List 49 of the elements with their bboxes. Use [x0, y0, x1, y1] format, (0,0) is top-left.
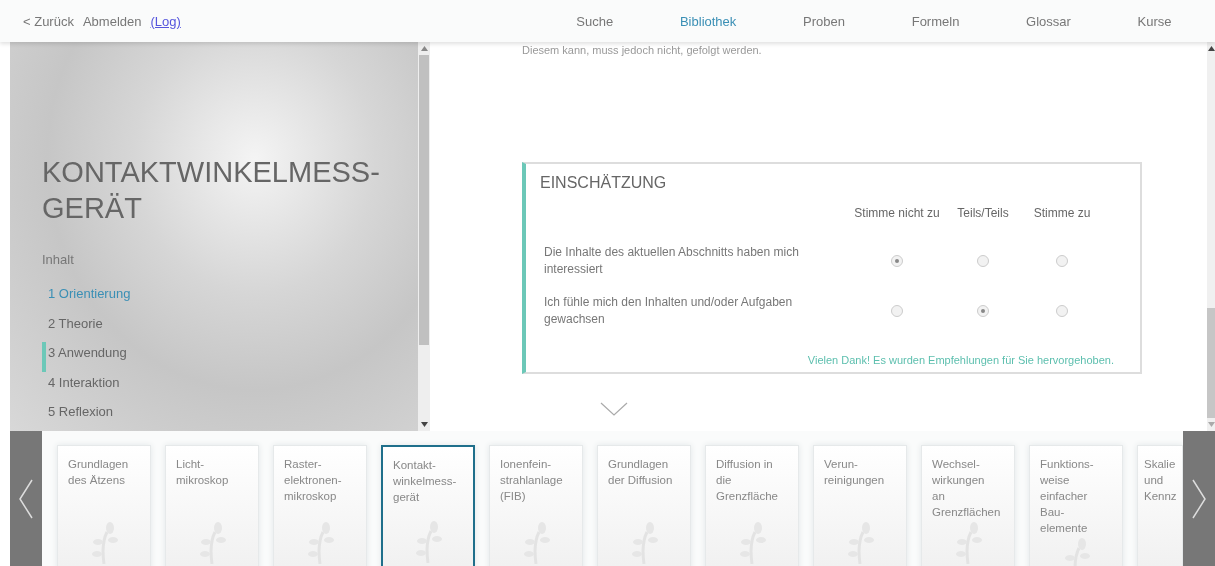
column-heading: Teils/Teils — [956, 206, 1010, 222]
chevron-down-icon[interactable] — [600, 402, 628, 416]
nav-link[interactable]: Kurse — [1137, 13, 1172, 29]
course-card[interactable]: Skalie und Kennz — [1137, 445, 1183, 566]
chevron-left-icon — [19, 478, 33, 519]
log-link[interactable]: (Log) — [150, 13, 181, 29]
chapter-link[interactable]: 1 Orientierung — [44, 283, 418, 313]
course-card[interactable]: Wechsel- wirkungen an Grenzflächen — [921, 445, 1015, 566]
chapter-link[interactable]: 4 Interaktion — [44, 371, 418, 402]
intro-text: Diesem kann, muss jedoch nicht, gefolgt werden. — [522, 44, 762, 56]
radio-button[interactable] — [1056, 305, 1068, 317]
course-card[interactable]: Raster- elektronen- mikroskop — [273, 445, 367, 566]
thanks-message: Vielen Dank! Es wurden Empfehlungen für Sie hervorgehoben. — [806, 354, 1114, 366]
scroll-up-icon[interactable] — [1207, 46, 1215, 51]
previous-button[interactable] — [10, 431, 42, 566]
nav-link[interactable]: Bibliothek — [679, 13, 737, 29]
scrollbar[interactable] — [1207, 42, 1215, 431]
nav-link[interactable]: Suche — [576, 13, 614, 29]
course-card[interactable]: Ionenfein- strahlanlage (FIB) — [489, 445, 583, 566]
scroll-down-icon[interactable] — [420, 422, 428, 427]
logout-link[interactable]: Abmelden — [82, 13, 142, 29]
survey-statement: Ich fühle mich den Inhalten und/oder Aufgaben gewachsen — [543, 294, 794, 328]
radio-button[interactable] — [977, 305, 989, 317]
chapter-link[interactable]: 2 Theorie — [44, 312, 418, 343]
radio-button[interactable] — [1056, 255, 1068, 267]
course-card[interactable]: Grundlagen des Ätzens — [57, 445, 151, 566]
page-title: KONTAKTWINKELMESS-GERÄT — [42, 155, 381, 226]
chevron-right-icon — [1192, 478, 1206, 519]
course-card[interactable]: Kontakt- winkelmess- gerät — [381, 445, 475, 566]
course-card[interactable]: Funktions- weise einfacher Bau- elemente — [1029, 445, 1123, 566]
nav-link[interactable]: Proben — [803, 13, 845, 29]
radio-button[interactable] — [891, 305, 903, 317]
next-button[interactable] — [1183, 431, 1215, 566]
radio-button[interactable] — [891, 255, 903, 267]
back-link[interactable]: < Zurück — [23, 13, 74, 29]
course-card[interactable]: Verun- reinigungen — [813, 445, 907, 566]
nav-link[interactable]: Glossar — [1026, 13, 1071, 29]
contents-label: Inhalt — [42, 252, 75, 267]
survey-statement: Die Inhalte des aktuellen Abschnitts haben mich interessiert — [543, 244, 800, 278]
chapter-link[interactable]: 5 Reflexion — [44, 401, 418, 431]
nav-link[interactable]: Formeln — [911, 13, 960, 29]
scrollbar[interactable] — [418, 42, 430, 431]
course-card[interactable]: Diffusion in die Grenzfläche — [705, 445, 799, 566]
course-card[interactable]: Grundlagen der Diffusion — [597, 445, 691, 566]
survey-title: EINSCHÄTZUNG — [540, 174, 668, 192]
column-heading: Stimme zu — [1032, 206, 1092, 222]
course-card[interactable]: Licht- mikroskop — [165, 445, 259, 566]
radio-button[interactable] — [977, 255, 989, 267]
column-heading: Stimme nicht zu — [853, 206, 941, 222]
